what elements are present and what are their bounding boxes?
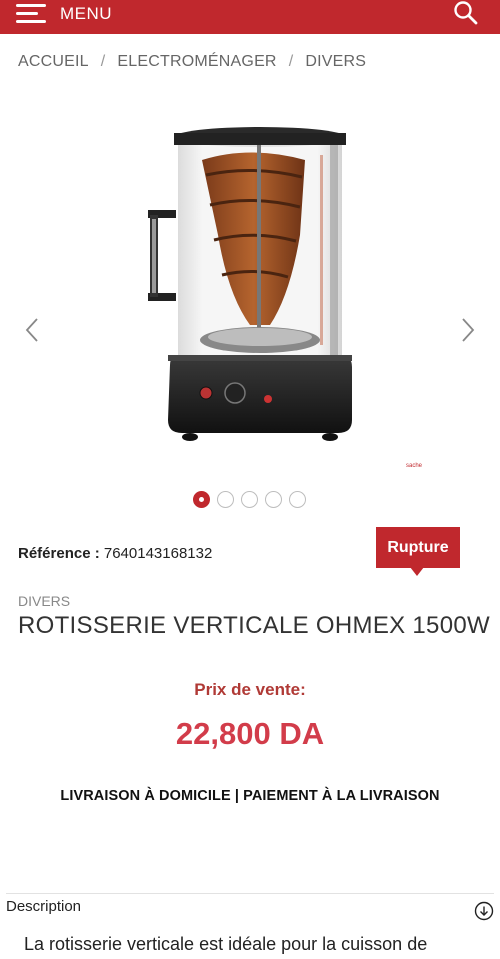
- product-category[interactable]: DIVERS: [18, 593, 70, 609]
- product-image[interactable]: [140, 115, 360, 455]
- delivery-info: LIVRAISON À DOMICILE | PAIEMENT À LA LIV…: [60, 788, 440, 804]
- product-gallery: [0, 100, 500, 480]
- breadcrumb-divers[interactable]: DIVERS: [305, 53, 366, 71]
- description-text: La rotisserie verticale est idéale pour …: [24, 934, 428, 954]
- description-header[interactable]: Description: [6, 898, 81, 915]
- breadcrumb-separator: /: [288, 53, 294, 70]
- breadcrumb-home[interactable]: ACCUEIL: [18, 53, 89, 71]
- gallery-dot-3[interactable]: [241, 491, 258, 508]
- breadcrumb: ACCUEIL / ELECTROMÉNAGER / DIVERS: [18, 53, 366, 71]
- gallery-dot-1[interactable]: [193, 491, 210, 508]
- gallery-dot-2[interactable]: [217, 491, 234, 508]
- image-watermark: sache: [406, 463, 423, 469]
- breadcrumb-separator: /: [100, 53, 106, 70]
- gallery-dot-5[interactable]: [289, 491, 306, 508]
- chevron-left-icon[interactable]: [22, 315, 42, 345]
- gallery-pagination: [193, 491, 306, 508]
- price-label: Prix de vente:: [194, 680, 306, 699]
- stock-status-badge: Rupture: [376, 527, 460, 568]
- gallery-dot-4[interactable]: [265, 491, 282, 508]
- reference-label: Référence :: [18, 545, 100, 562]
- product-reference: Référence : 7640143168132: [18, 545, 212, 562]
- product-price: 22,800 DA: [175, 716, 325, 751]
- search-icon[interactable]: [452, 0, 480, 26]
- product-title: ROTISSERIE VERTICALE OHMEX 1500W: [18, 612, 490, 639]
- hamburger-icon: [16, 4, 46, 24]
- menu-button[interactable]: MENU: [16, 0, 112, 28]
- chevron-right-icon[interactable]: [458, 315, 478, 345]
- menu-label: MENU: [60, 4, 113, 23]
- breadcrumb-electromenager[interactable]: ELECTROMÉNAGER: [117, 53, 276, 71]
- reference-value: 7640143168132: [103, 545, 213, 562]
- badge-pointer: [410, 567, 424, 576]
- expand-circle-icon[interactable]: [474, 901, 494, 921]
- top-header-bar: MENU: [0, 0, 500, 34]
- divider: [6, 893, 494, 894]
